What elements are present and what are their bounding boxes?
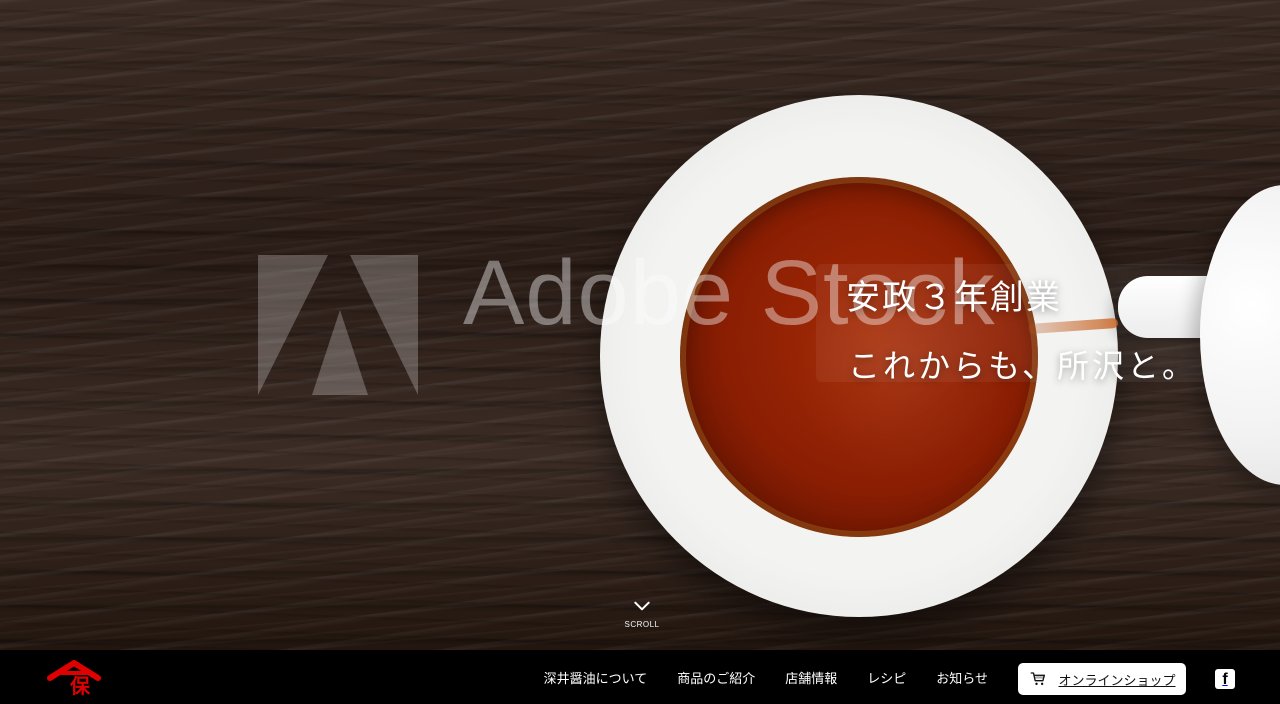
scroll-indicator[interactable]: SCROLL — [620, 596, 664, 636]
footer-nav: 保 深井醤油について 商品のご紹介 店舗情報 レシピ お知らせ オンラインショッ… — [0, 650, 1280, 704]
facebook-icon: f — [1222, 671, 1228, 688]
hero-section: Adobe Stock 安政３年創業 これからも、所沢と。 SCROLL — [0, 0, 1280, 650]
brand-logo[interactable]: 保 — [44, 660, 104, 698]
nav-item-products[interactable]: 商品のご紹介 — [677, 668, 755, 687]
chevron-down-icon — [634, 601, 650, 611]
primary-menu: 深井醤油について 商品のご紹介 店舗情報 レシピ お知らせ — [544, 668, 988, 687]
cart-icon — [1031, 672, 1046, 686]
online-shop-button[interactable]: オンラインショップ — [1018, 663, 1186, 695]
online-shop-label: オンラインショップ — [1058, 673, 1176, 689]
hero-copy: 安政３年創業 これからも、所沢と。 — [816, 264, 1256, 387]
nav-item-news[interactable]: お知らせ — [936, 668, 988, 687]
nav-item-about[interactable]: 深井醤油について — [544, 668, 648, 687]
nav-item-recipes[interactable]: レシピ — [867, 668, 906, 687]
hero-copy-panel — [816, 264, 1256, 382]
nav-item-store-info[interactable]: 店舗情報 — [785, 668, 837, 687]
scroll-label: SCROLL — [624, 620, 660, 629]
brand-mark-char: 保 — [70, 674, 90, 698]
facebook-link[interactable]: f — [1215, 669, 1235, 689]
